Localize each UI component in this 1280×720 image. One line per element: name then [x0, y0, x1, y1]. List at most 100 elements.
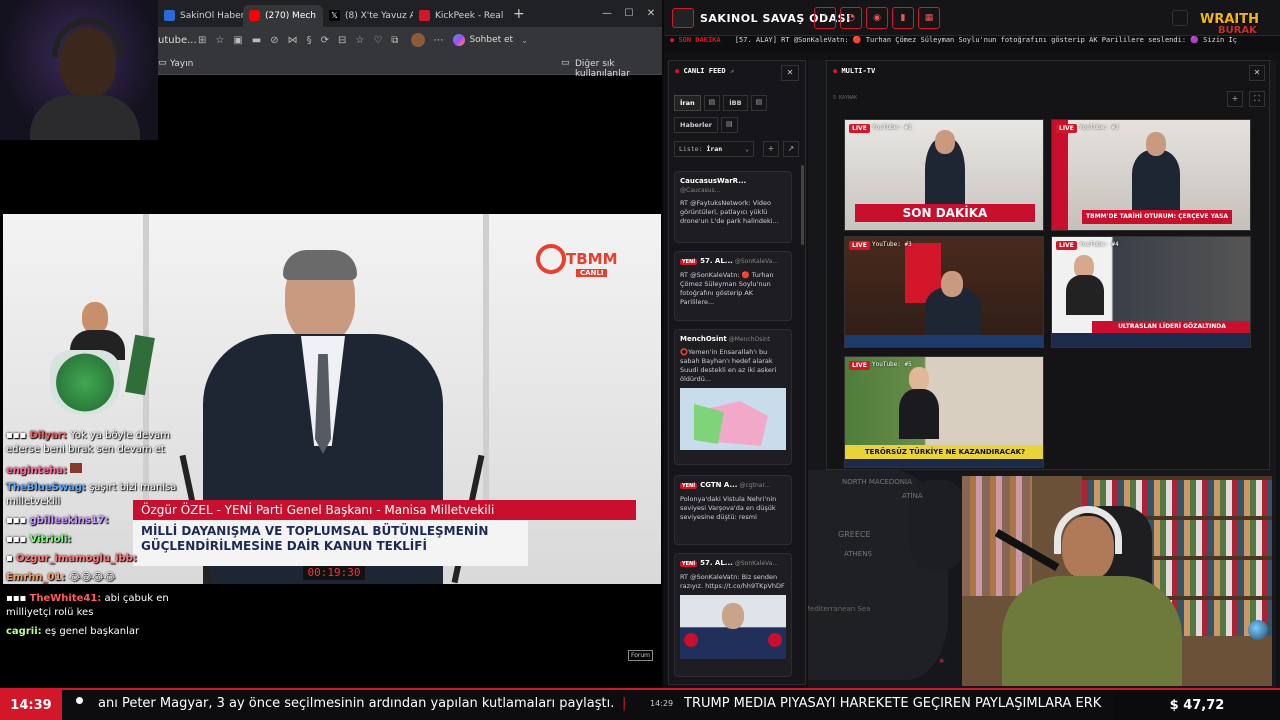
tv-tile[interactable]: LIVE YouTube: #3 — [844, 236, 1044, 348]
card-text: Polonya'daki Vistula Nehri'nin seviyesi … — [680, 495, 777, 521]
tab-iran[interactable]: İran — [674, 95, 701, 111]
chat-message: ▪▪▪ Dilyar: Yok ya böyle devam — [6, 430, 170, 441]
url-field[interactable]: utube... — [158, 35, 197, 46]
settings-button[interactable] — [1172, 10, 1188, 26]
feed-card[interactable]: CaucasusWarR... @Caucasus... RT @Faytuks… — [674, 171, 792, 243]
layout-button[interactable]: ⛶ — [1249, 91, 1265, 107]
close-window-button[interactable]: ✕ — [640, 8, 662, 19]
overlay-emote — [30, 300, 155, 420]
chat-button[interactable]: Sohbet et — [469, 35, 513, 45]
chat-message: ▪▪▪ TheWhite41: abi çabuk en — [6, 593, 169, 604]
tab-haberler[interactable]: Haberler — [674, 117, 718, 133]
feed-card[interactable]: MenchOsint @MenchOsint ⭕Yemen'in Ensaral… — [674, 329, 792, 465]
card-handle: @SonKaleVa... — [734, 560, 779, 567]
broadcast-icon[interactable]: ◉ — [866, 7, 888, 29]
tv-tile[interactable]: SON DAKİKA LIVE YouTube: #1 — [844, 119, 1044, 231]
tile-label: YouTube: #3 — [872, 241, 912, 248]
more-icon[interactable]: ⋯ — [433, 35, 443, 46]
list-icon[interactable]: ▤ — [720, 117, 738, 133]
alert-icon[interactable]: ! — [814, 7, 836, 29]
badge-icon: ▪ — [6, 553, 16, 564]
tile-lower-bar — [1052, 333, 1250, 347]
chat-user: Vitrioli: — [29, 534, 72, 545]
streamer-body — [30, 95, 140, 140]
tab-4[interactable]: KickPeek - Real — [413, 5, 503, 27]
tile-caption: ULTRASLAN LİDERİ GÖZALTINDA — [1092, 321, 1250, 333]
bottom-ticker-text: anı Peter Magyar, 3 ay önce seçilmesinin… — [98, 696, 615, 711]
price-value: $ 47,72 — [1169, 697, 1225, 713]
tab-3[interactable]: 𝕏 (8) X'te Yavuz A — [323, 5, 413, 27]
new-badge: YENİ — [680, 561, 698, 567]
rss-icon[interactable]: ◔ — [840, 7, 862, 29]
external-link-icon[interactable]: ↗ — [730, 67, 734, 75]
list-icon[interactable]: ▤ — [703, 95, 721, 111]
speaker-hair — [283, 250, 357, 280]
live-badge: LIVE — [849, 124, 870, 133]
card-header: CaucasusWarR... @Caucasus... — [680, 177, 786, 195]
chat-message: ederse beni bırak sen devam et — [6, 444, 165, 455]
scrollbar[interactable] — [801, 165, 804, 245]
tile-caption: TERÖRSÜZ TÜRKİYE NE KAZANDIRACAK? — [845, 445, 1043, 459]
map-marker[interactable]: ✶ — [938, 657, 946, 667]
bookmark-yayin[interactable]: Yayın — [170, 59, 193, 69]
tv-tile[interactable]: TBMM'DE TARİHİ OTURUM: ÇERÇEVE YASA LIVE… — [1051, 119, 1251, 231]
tv-tile[interactable]: TERÖRSÜZ TÜRKİYE NE KAZANDIRACAK? LIVE Y… — [844, 356, 1044, 468]
list-value: İran — [706, 145, 723, 153]
avatar[interactable] — [411, 33, 426, 47]
chevron-down-icon[interactable]: ⌄ — [521, 36, 528, 45]
tile-person — [1066, 275, 1104, 315]
card-handle: @cgtnar... — [739, 482, 771, 489]
feed-card[interactable]: YENİ CGTN A... @cgtnar... Polonya'daki Vi… — [674, 475, 792, 545]
tab-label: (270) Mech — [265, 10, 317, 21]
card-text: RT @SonKaleVatn: Biz senden razıyız. htt… — [680, 573, 785, 590]
chat-text: milliyetçi rolü kes — [6, 607, 94, 618]
emote-icon — [70, 463, 83, 473]
list-select[interactable]: Liste: İran ⌄ — [674, 141, 754, 157]
bottom-ticker-text-2: TRUMP MEDIA PİYASAYI HAREKETE GEÇİREN PA… — [684, 696, 1102, 711]
multi-tv-panel: ● MULTI-TV 5 KAYNAK ✕ + ⛶ SON DAKİKA LIV… — [826, 60, 1270, 470]
close-icon[interactable]: ✕ — [781, 65, 799, 81]
bookmark-other[interactable]: Diğer sık kullanılanlar — [575, 59, 662, 79]
tv-tile[interactable]: ULTRASLAN LİDERİ GÖZALTINDA LIVE YouTube… — [1051, 236, 1251, 348]
folder-icon: ▭ — [561, 58, 570, 68]
x-icon: 𝕏 — [329, 10, 340, 21]
brand-top: WRAITH — [1200, 12, 1259, 27]
feed-card[interactable]: YENİ 57. AL... @SonKaleVa... RT @SonKaleV… — [674, 251, 792, 321]
new-badge: YENİ — [680, 259, 698, 265]
tab-ibb[interactable]: İBB — [723, 95, 748, 111]
maximize-button[interactable]: ☐ — [618, 8, 640, 19]
chart-icon[interactable]: ▮ — [892, 7, 914, 29]
copilot-icon[interactable] — [453, 34, 466, 46]
feed-card[interactable]: YENİ 57. AL... @SonKaleVa... RT @SonKaleV… — [674, 553, 792, 677]
chat-user: gbilleekins17: — [29, 515, 109, 526]
chat-user: Ozgur_imamoglu_ibb: — [15, 553, 137, 564]
live-badge: LIVE — [1056, 124, 1077, 133]
name-strap: Özgür ÖZEL - YENİ Parti Genel Başkanı - … — [133, 500, 636, 520]
tab-2[interactable]: (270) Mech — [243, 4, 323, 27]
grid-icon[interactable]: ▦ — [918, 7, 940, 29]
tile-person — [1132, 150, 1180, 210]
host-body — [1002, 576, 1182, 686]
chat-message: ▪▪▪ Vitrioli: — [6, 534, 71, 545]
multitv-title-text: MULTI-TV — [841, 67, 876, 75]
card-source: 57. AL... — [700, 559, 733, 567]
minimize-button[interactable]: — — [596, 8, 618, 19]
list-icon[interactable]: ▤ — [750, 95, 768, 111]
new-badge: YENİ — [680, 483, 698, 489]
expand-button[interactable]: ↗ — [783, 141, 799, 157]
chat-text: eş genel başkanlar — [44, 626, 140, 637]
card-handle: @MenchOsint — [728, 336, 771, 343]
globe-icon — [1248, 620, 1268, 640]
new-tab-button[interactable]: + — [513, 6, 525, 22]
tab-1[interactable]: SakinOl Haber N — [158, 5, 243, 27]
tab-label: SakinOl Haber N — [180, 10, 243, 21]
ticker-separator: | — [622, 696, 627, 711]
marble-wall-panel — [483, 214, 489, 514]
price-box: $ 47,72 — [1114, 690, 1280, 720]
kickpeek-icon — [419, 10, 430, 21]
ticker-time: 14:29 — [650, 699, 674, 708]
chat-user: TheWhite41: — [29, 593, 102, 604]
add-button[interactable]: + — [763, 141, 779, 157]
close-icon[interactable]: ✕ — [1249, 65, 1265, 81]
add-source-button[interactable]: + — [1227, 91, 1243, 107]
